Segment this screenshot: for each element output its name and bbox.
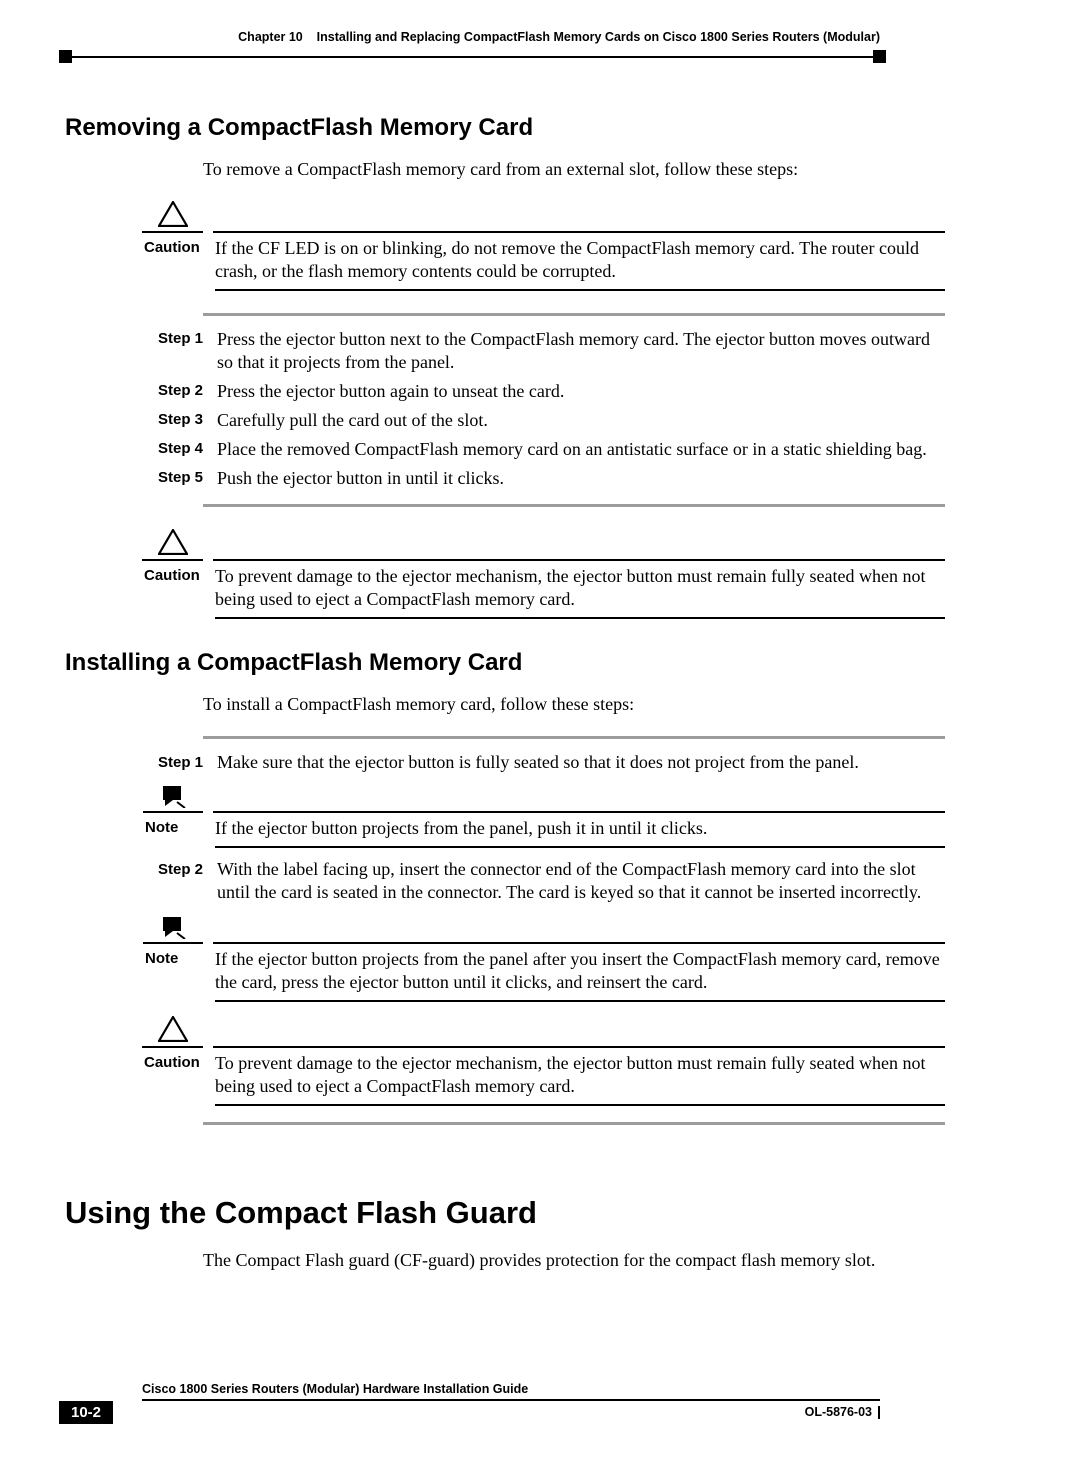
step-label: Step 5 — [137, 467, 217, 490]
step-text: Carefully pull the card out of the slot. — [217, 409, 945, 432]
page-footer: Cisco 1800 Series Routers (Modular) Hard… — [65, 1382, 1015, 1424]
caution-icon — [142, 201, 203, 233]
note-text: If the ejector button projects from the … — [215, 817, 945, 848]
caution-box: Caution To prevent damage to the ejector… — [142, 529, 945, 619]
step-row: Step 2 Press the ejector button again to… — [137, 380, 945, 403]
step-text: Press the ejector button again to unseat… — [217, 380, 945, 403]
installing-intro: To install a CompactFlash memory card, f… — [203, 693, 945, 716]
caution-icon — [142, 1016, 203, 1048]
guide-title: Cisco 1800 Series Routers (Modular) Hard… — [142, 1382, 880, 1401]
caution-label: Caution — [142, 565, 205, 584]
step-row: Step 3 Carefully pull the card out of th… — [137, 409, 945, 432]
doc-number: OL-5876-03 — [805, 1405, 880, 1419]
step-text: Push the ejector button in until it clic… — [217, 467, 945, 490]
step-row: Step 2 With the label facing up, insert … — [137, 858, 945, 904]
chapter-title: Installing and Replacing CompactFlash Me… — [317, 30, 880, 44]
chapter-label: Chapter 10 — [238, 30, 303, 44]
step-label: Step 4 — [137, 438, 217, 461]
note-icon — [143, 784, 203, 813]
step-label: Step 3 — [137, 409, 217, 432]
caution-text: To prevent damage to the ejector mechani… — [215, 1052, 945, 1106]
caution-label: Caution — [142, 1052, 205, 1071]
caution-icon — [142, 529, 203, 561]
caution-label: Caution — [142, 237, 205, 256]
step-text: Make sure that the ejector button is ful… — [217, 751, 945, 774]
page-number-badge: 10-2 — [59, 1401, 113, 1424]
step-text: Press the ejector button next to the Com… — [217, 328, 945, 374]
step-row: Step 1 Press the ejector button next to … — [137, 328, 945, 374]
step-label: Step 1 — [137, 751, 217, 774]
header-rule — [65, 50, 1015, 64]
guard-intro: The Compact Flash guard (CF-guard) provi… — [203, 1249, 945, 1272]
note-box: Note If the ejector button projects from… — [143, 915, 945, 1002]
step-label: Step 1 — [137, 328, 217, 374]
caution-text: If the CF LED is on or blinking, do not … — [215, 237, 945, 291]
procedure-rule-top — [203, 736, 945, 739]
heading-guard: Using the Compact Flash Guard — [65, 1195, 1015, 1231]
note-text: If the ejector button projects from the … — [215, 948, 945, 1002]
step-row: Step 5 Push the ejector button in until … — [137, 467, 945, 490]
note-label: Note — [143, 817, 205, 836]
step-label: Step 2 — [137, 380, 217, 403]
step-text: Place the removed CompactFlash memory ca… — [217, 438, 945, 461]
note-icon — [143, 915, 203, 944]
footer-tick — [878, 1406, 880, 1419]
step-text: With the label facing up, insert the con… — [217, 858, 945, 904]
heading-removing: Removing a CompactFlash Memory Card — [65, 114, 1015, 142]
step-row: Step 4 Place the removed CompactFlash me… — [137, 438, 945, 461]
step-label: Step 2 — [137, 858, 217, 904]
removing-intro: To remove a CompactFlash memory card fro… — [203, 158, 945, 181]
caution-text: To prevent damage to the ejector mechani… — [215, 565, 945, 619]
procedure-rule-top — [203, 313, 945, 316]
caution-box: Caution If the CF LED is on or blinking,… — [142, 201, 945, 291]
note-box: Note If the ejector button projects from… — [143, 784, 945, 848]
doc-number-text: OL-5876-03 — [805, 1405, 872, 1419]
running-header: Chapter 10 Installing and Replacing Comp… — [65, 30, 1015, 44]
step-row: Step 1 Make sure that the ejector button… — [137, 751, 945, 774]
procedure-rule-bottom — [203, 504, 945, 507]
caution-box: Caution To prevent damage to the ejector… — [142, 1016, 945, 1106]
procedure-rule-bottom — [203, 1122, 945, 1125]
heading-installing: Installing a CompactFlash Memory Card — [65, 649, 1015, 677]
note-label: Note — [143, 948, 205, 967]
